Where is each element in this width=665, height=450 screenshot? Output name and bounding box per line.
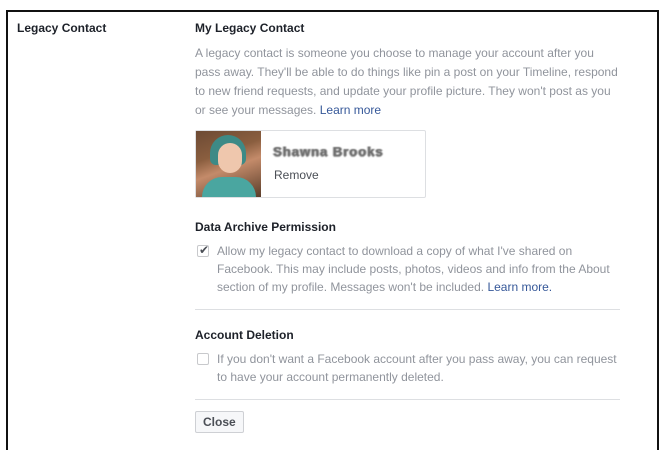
data-archive-checkbox[interactable]: ✔ [197, 243, 210, 257]
legacy-description-text: A legacy contact is someone you choose t… [195, 46, 618, 117]
data-archive-heading: Data Archive Permission [195, 220, 336, 234]
legacy-contact-heading: My Legacy Contact [195, 21, 305, 35]
account-deletion-text: If you don't want a Facebook account aft… [217, 352, 617, 384]
data-archive-option: ✔ Allow my legacy contact to download a … [195, 242, 620, 296]
section-label: Legacy Contact [17, 21, 107, 35]
contact-avatar [196, 131, 261, 197]
learn-more-link[interactable]: Learn more [320, 103, 381, 117]
legacy-contact-content: My Legacy Contact A legacy contact is so… [195, 21, 620, 433]
contact-name: Shawna Brooks [273, 144, 384, 159]
account-deletion-checkbox[interactable] [197, 353, 209, 365]
account-deletion-heading: Account Deletion [195, 328, 294, 342]
account-deletion-option: If you don't want a Facebook account aft… [195, 350, 620, 386]
divider [195, 399, 620, 400]
data-archive-text: Allow my legacy contact to download a co… [217, 242, 620, 296]
remove-contact-link[interactable]: Remove [274, 168, 319, 182]
close-button[interactable]: Close [195, 411, 244, 433]
checkmark-icon: ✔ [199, 243, 210, 257]
archive-learn-more-link[interactable]: Learn more. [487, 280, 552, 294]
divider [195, 309, 620, 310]
legacy-contact-description: A legacy contact is someone you choose t… [195, 44, 620, 120]
legacy-contact-card: Shawna Brooks Remove [195, 130, 426, 198]
